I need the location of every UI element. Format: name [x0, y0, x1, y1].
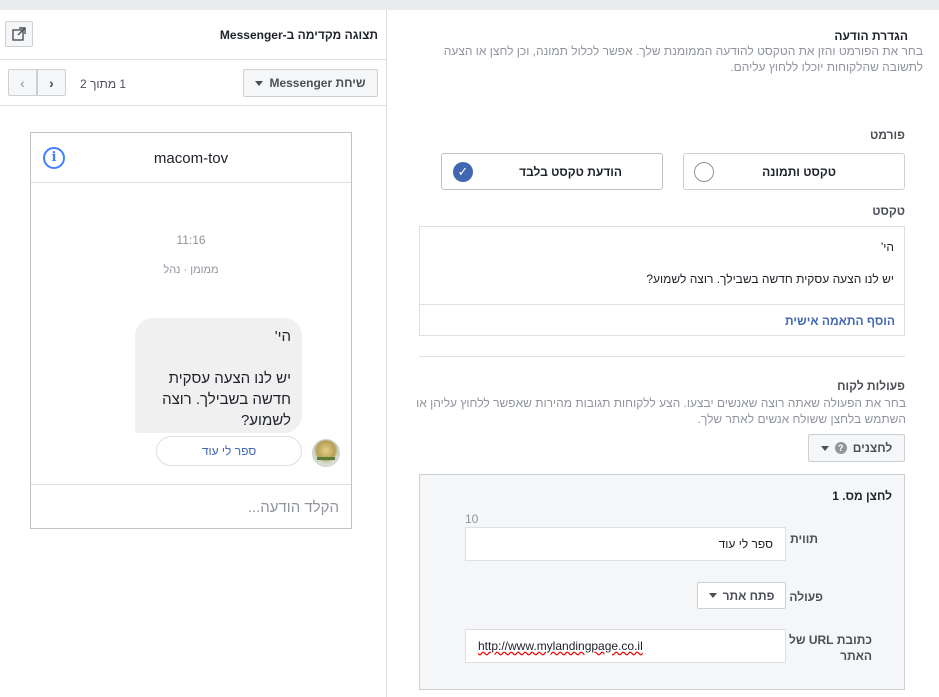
preview-mode-label: שיחת Messenger	[269, 76, 366, 90]
chat-page-name: macom-tov	[153, 150, 229, 167]
check-icon[interactable]: ✓	[453, 162, 473, 182]
message-input[interactable]: הקלד הודעה...	[248, 499, 339, 516]
question-icon[interactable]: ?	[834, 442, 847, 454]
prev-button[interactable]: ‹	[8, 69, 37, 96]
chat-header: i macom-tov	[31, 133, 351, 183]
caret-down-icon	[255, 80, 264, 86]
button-action-value: פתח אתר	[722, 588, 775, 603]
page-count: 1 מתוך 2	[80, 77, 127, 91]
setup-title: הגדרת הודעה	[834, 29, 908, 43]
message-text-value: הי' יש לנו הצעה עסקית חדשה בשבילך. רוצה …	[646, 240, 894, 286]
buttons-dropdown[interactable]: לחצנים ?	[808, 434, 905, 462]
customer-actions-label: פעולות לקוח	[837, 379, 905, 393]
format-label: פורמט	[870, 128, 905, 142]
button-label-value: ספר לי עוד	[718, 537, 773, 551]
format-option-text-only[interactable]: הודעת טקסט בלבד ✓	[441, 153, 663, 190]
preview-panel: תצוגה מקדימה ב-Messenger ‹ › 1 מתוך 2 שי…	[0, 10, 387, 697]
customer-actions-description: בחר את הפעולה שאתה רוצה שאנשים יבצעו. הצ…	[416, 396, 906, 426]
preview-header: תצוגה מקדימה ב-Messenger	[0, 10, 386, 60]
button-config-panel: לחצן מס. 1 תווית 10 ספר לי עוד פעולה פתח…	[419, 474, 905, 690]
top-bar	[0, 0, 939, 10]
sponsored-label: ממומן · נהל	[163, 264, 219, 276]
chat-time: 11:16	[176, 233, 206, 247]
preview-controls: ‹ › 1 מתוך 2 שיחת Messenger	[0, 60, 386, 106]
button-action-caption: פעולה	[789, 590, 823, 604]
format-option-text-image[interactable]: טקסט ותמונה	[683, 153, 905, 190]
url-caption: כתובת URL של האתר	[788, 633, 872, 663]
buttons-dropdown-label: לחצנים	[852, 441, 893, 455]
divider	[420, 304, 904, 305]
char-count: 10	[465, 512, 479, 526]
format-option-label: הודעת טקסט בלבד	[519, 165, 622, 179]
preview-mode-dropdown[interactable]: שיחת Messenger	[243, 69, 378, 97]
button-label-caption: תווית	[790, 532, 818, 546]
button-panel-title: לחצן מס. 1	[832, 489, 892, 503]
button-label-input[interactable]: ספר לי עוד	[465, 527, 786, 561]
divider	[419, 356, 905, 357]
open-external-button[interactable]	[5, 21, 33, 47]
avatar	[312, 439, 340, 467]
preview-title: תצוגה מקדימה ב-Messenger	[219, 28, 378, 42]
setup-panel: הגדרת הודעה בחר את הפורמט והזן את הטקסט …	[387, 10, 939, 697]
url-value: http://www.mylandingpage.co.il	[478, 639, 643, 653]
setup-description: בחר את הפורמט והזן את הטקסט להודעה הממומ…	[443, 44, 923, 74]
next-button[interactable]: ›	[37, 69, 66, 96]
radio-icon[interactable]	[694, 162, 714, 182]
button-action-dropdown[interactable]: פתח אתר	[697, 582, 786, 609]
external-link-icon	[12, 27, 26, 41]
add-personalization-link[interactable]: הוסף התאמה אישית	[785, 314, 895, 328]
caret-down-icon	[820, 445, 829, 451]
caret-down-icon	[708, 593, 717, 598]
message-text-field[interactable]: הי' יש לנו הצעה עסקית חדשה בשבילך. רוצה …	[419, 226, 905, 336]
url-input[interactable]: http://www.mylandingpage.co.il	[465, 629, 786, 663]
divider	[31, 484, 351, 485]
chevron-right-icon: ›	[49, 74, 54, 91]
text-label: טקסט	[872, 204, 905, 218]
message-bubble: הי' יש לנו הצעה עסקית חדשה בשבילך. רוצה …	[135, 318, 302, 433]
format-option-label: טקסט ותמונה	[762, 165, 836, 179]
chevron-left-icon: ‹	[20, 74, 25, 91]
chat-cta-button[interactable]: ספר לי עוד	[156, 436, 302, 466]
messenger-preview: i macom-tov 11:16 ממומן · נהל הי' יש לנו…	[30, 132, 352, 529]
